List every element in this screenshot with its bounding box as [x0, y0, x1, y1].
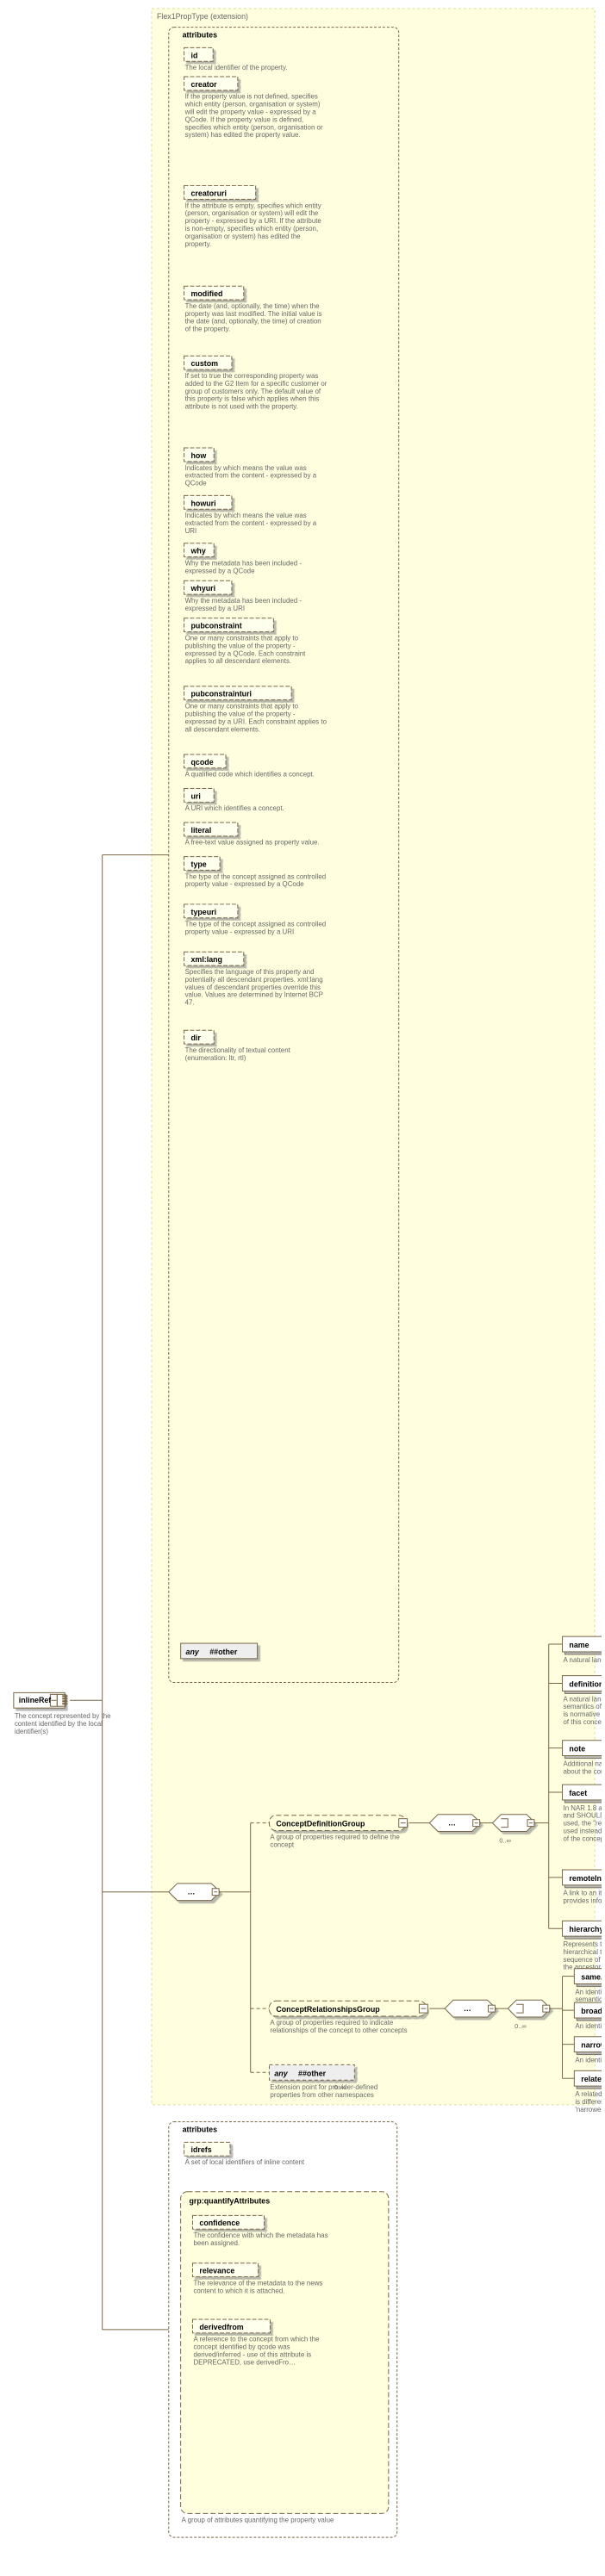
attr-custom-label: custom [190, 359, 218, 368]
svg-text:grp:quantifyAttributes: grp:quantifyAttributes [190, 2197, 271, 2206]
def-group-desc: A group of properties required to define… [269, 1833, 405, 1864]
svg-text:sameAs: sameAs [581, 1973, 602, 1982]
svg-text:remoteInfo: remoteInfo [569, 1874, 602, 1883]
svg-text:##other: ##other [298, 2069, 327, 2077]
svg-text:0..∞: 0..∞ [515, 2022, 527, 2030]
sequence-rel: … [445, 2000, 496, 2017]
lower-attributes-label: attributes [183, 2126, 218, 2134]
attr-type-label: type [190, 860, 206, 868]
svg-text:0..∞: 0..∞ [499, 1836, 511, 1844]
svg-text:…: … [448, 1819, 456, 1828]
attr-xml:lang-label: xml:lang [190, 955, 222, 964]
svg-text:…: … [464, 2004, 471, 2013]
attr-why-label: why [190, 547, 205, 556]
sequence-def: … [429, 1815, 480, 1832]
attr-creatoruri-label: creatoruri [190, 189, 226, 197]
svg-text:name: name [569, 1641, 589, 1649]
attr-id-label: id [190, 51, 197, 59]
root-label: inlineRef [19, 1696, 52, 1704]
attr-literal-label: literal [190, 826, 211, 835]
quantify-desc: A group of attributes quantifying the pr… [181, 2515, 389, 2541]
attr-how-label: how [190, 451, 206, 460]
attr-pubconstrainturi-label: pubconstrainturi [190, 690, 252, 698]
svg-text:idrefs: idrefs [190, 2145, 211, 2154]
svg-text:##other: ##other [209, 1648, 238, 1656]
svg-text:ConceptRelationshipsGroup: ConceptRelationshipsGroup [276, 2005, 380, 2014]
any-desc: Extension point for provider-defined pro… [269, 2083, 396, 2114]
svg-text:broader: broader [581, 2007, 602, 2015]
svg-text:related: related [581, 2075, 602, 2083]
choice-def [492, 1815, 534, 1832]
attr-whyuri-label: whyuri [190, 584, 215, 593]
attr-typeuri-label: typeuri [190, 908, 216, 916]
attr-pubconstraint-label: pubconstraint [190, 622, 241, 630]
diagram-canvas: Flex1PropType (extension) inlineRef The … [3, 3, 602, 2550]
attributes-label: attributes [183, 31, 218, 40]
rel-group-desc: A group of properties required to indica… [269, 2018, 419, 2054]
attr-derivedfrom-label: derivedfrom [199, 2323, 243, 2331]
sequence-compositor: … [169, 1884, 220, 1901]
attr-qcode-label: qcode [190, 758, 213, 767]
attr-id-box[interactable] [184, 47, 214, 61]
attr-uri-label: uri [190, 791, 200, 800]
svg-text:ConceptDefinitionGroup: ConceptDefinitionGroup [276, 1820, 365, 1828]
attr-dir-label: dir [190, 1034, 201, 1042]
attr-howuri-label: howuri [190, 499, 215, 507]
svg-text:note: note [569, 1745, 585, 1754]
attr-relevance-label: relevance [199, 2267, 234, 2275]
svg-text:any: any [274, 2069, 288, 2077]
svg-text:any: any [186, 1648, 200, 1656]
root-desc: The concept represented by the content i… [14, 1711, 113, 1746]
svg-text:…: … [188, 1888, 196, 1896]
ext-header: Flex1PropType (extension) [157, 12, 248, 21]
attr-creator-label: creator [190, 80, 217, 89]
svg-text:definition: definition [569, 1679, 602, 1688]
svg-text:facet: facet [569, 1789, 587, 1797]
svg-text:hierarchyInfo: hierarchyInfo [569, 1925, 602, 1934]
svg-text:narrower: narrower [581, 2041, 602, 2050]
attr-modified-label: modified [190, 289, 222, 298]
choice-rel [508, 2000, 550, 2017]
attr-confidence-label: confidence [199, 2219, 240, 2227]
